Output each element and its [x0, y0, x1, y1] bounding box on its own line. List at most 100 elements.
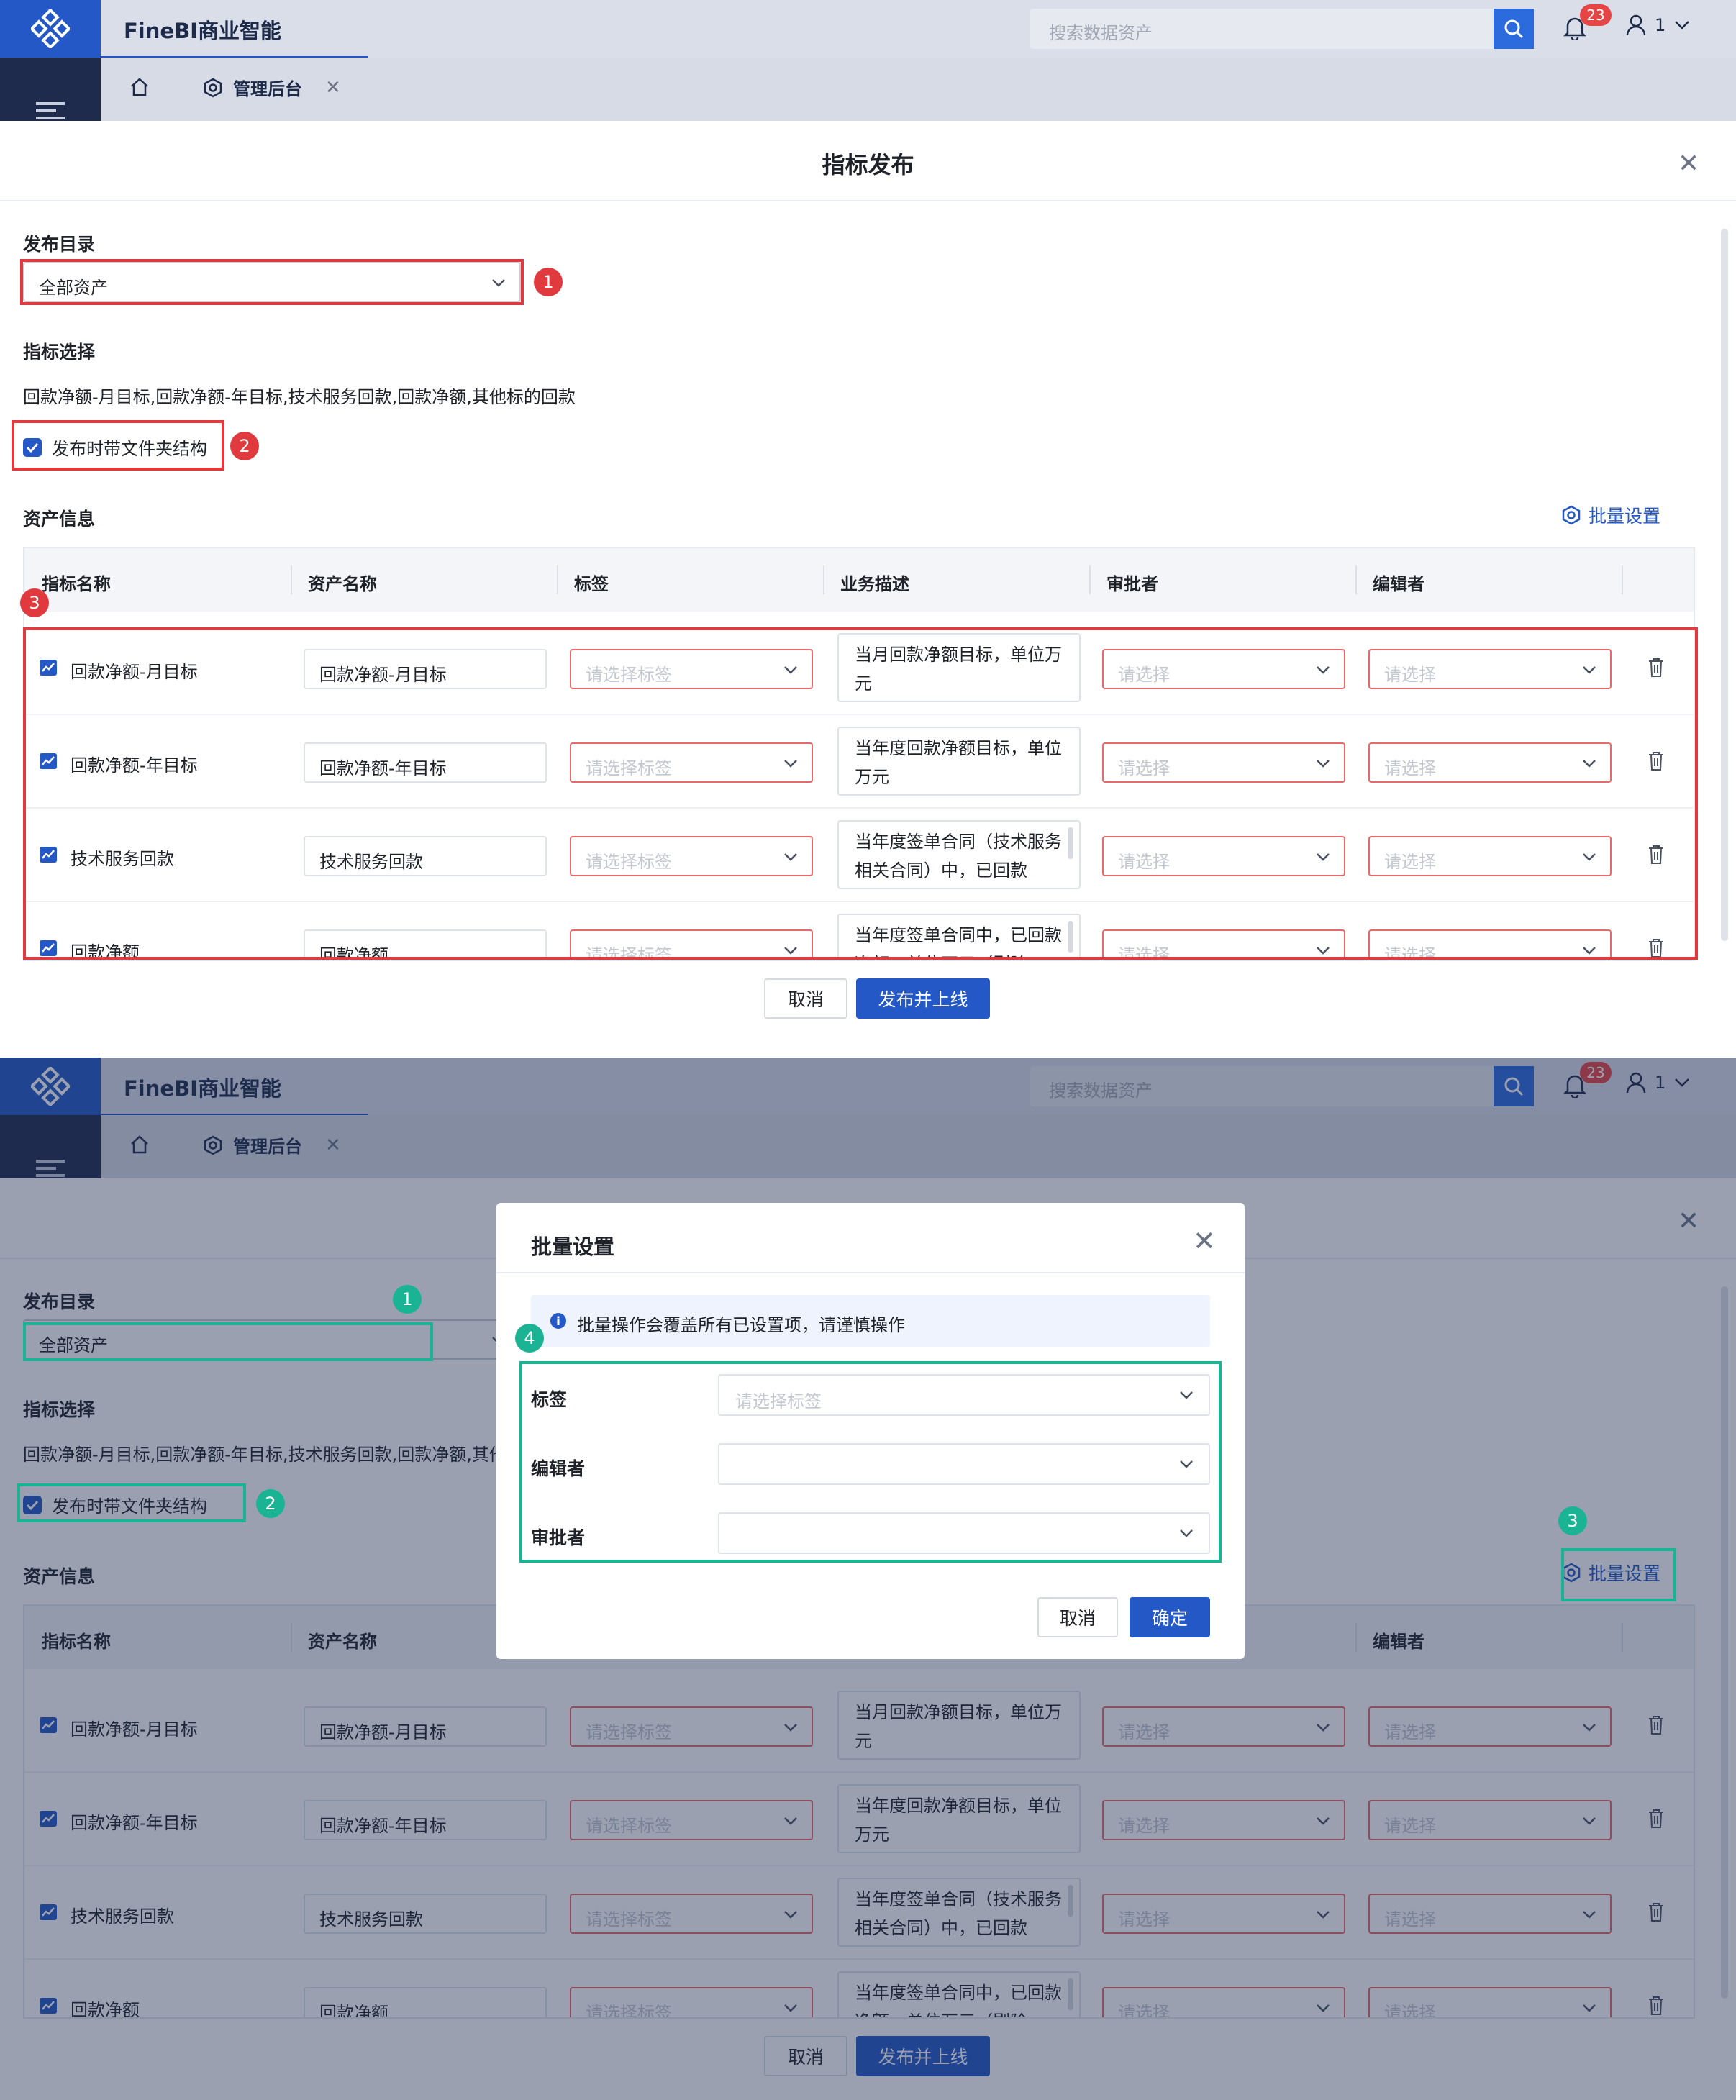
- modal-editor-select[interactable]: [718, 1443, 1210, 1485]
- description-textarea[interactable]: 当年度回款净额目标，单位万元: [837, 727, 1081, 796]
- publish-dir-label: 发布目录: [23, 234, 96, 255]
- delete-icon[interactable]: [1648, 658, 1665, 678]
- annotation-number-3: 3: [1558, 1506, 1587, 1535]
- delete-icon[interactable]: [1648, 845, 1665, 865]
- chevron-down-icon: [1583, 760, 1596, 768]
- table-header: 指标名称 资产名称 标签 业务描述 审批者 编辑者: [24, 548, 1694, 612]
- editor-placeholder: 请选择: [1384, 758, 1436, 778]
- tag-select[interactable]: 请选择标签: [570, 742, 813, 783]
- drawer-divider: [0, 200, 1736, 201]
- publish-dir-value: 全部资产: [39, 278, 108, 298]
- tag-placeholder: 请选择标签: [586, 852, 672, 872]
- chevron-down-icon: [1317, 947, 1330, 955]
- approver-placeholder: 请选择: [1118, 758, 1170, 778]
- col-divider: [1089, 565, 1091, 594]
- modal-approver-label: 审批者: [531, 1527, 586, 1548]
- tag-select[interactable]: 请选择标签: [570, 836, 813, 876]
- modal-tag-select[interactable]: 请选择标签: [718, 1374, 1210, 1416]
- modal-cancel-button[interactable]: 取消: [1037, 1597, 1118, 1637]
- menu-icon[interactable]: [36, 101, 65, 121]
- chevron-down-icon: [1180, 1529, 1193, 1537]
- close-tab-icon[interactable]: ✕: [325, 77, 341, 99]
- asset-name-input[interactable]: 回款净额-月目标: [304, 649, 547, 689]
- chevron-down-icon: [1583, 853, 1596, 861]
- editor-placeholder: 请选择: [1384, 665, 1436, 685]
- app-logo[interactable]: [0, 0, 101, 58]
- delete-icon[interactable]: [1648, 751, 1665, 771]
- modal-tag-placeholder: 请选择标签: [735, 1391, 822, 1412]
- editor-select[interactable]: 请选择: [1368, 836, 1612, 876]
- drawer-close-icon[interactable]: ✕: [1678, 151, 1699, 177]
- modal-divider: [496, 1272, 1245, 1273]
- asset-name-input[interactable]: 回款净额-年目标: [304, 742, 547, 783]
- col-asset-name: 资产名称: [308, 574, 377, 594]
- approver-select[interactable]: 请选择: [1102, 649, 1345, 689]
- search-button[interactable]: [1494, 9, 1534, 49]
- description-textarea[interactable]: 当年度签单合同中，已回款净额，单位万元（剔除: [837, 914, 1081, 960]
- chevron-down-icon: [1317, 666, 1330, 674]
- folder-structure-checkbox[interactable]: 发布时带文件夹结构: [23, 435, 207, 460]
- tag-placeholder: 请选择标签: [586, 758, 672, 778]
- col-divider: [1622, 565, 1623, 594]
- editor-select[interactable]: 请选择: [1368, 742, 1612, 783]
- modal-close-icon[interactable]: ✕: [1193, 1227, 1216, 1255]
- editor-select[interactable]: 请选择: [1368, 929, 1612, 960]
- table-row: 回款净额-月目标 回款净额-月目标 请选择标签 当月回款净额目标，单位万元 请选…: [24, 622, 1694, 715]
- cancel-button[interactable]: 取消: [764, 978, 847, 1019]
- asset-name-input[interactable]: 技术服务回款: [304, 836, 547, 876]
- gear-icon: [1562, 505, 1581, 525]
- batch-settings-link[interactable]: 批量设置: [1561, 502, 1660, 528]
- tab-admin-label: 管理后台: [233, 79, 302, 99]
- description-value: 当年度签单合同（技术服务相关合同）中，已回款: [855, 832, 1062, 881]
- description-value: 当年度回款净额目标，单位万元: [855, 738, 1062, 787]
- chevron-down-icon: [492, 279, 505, 287]
- tab-home[interactable]: [129, 78, 150, 99]
- annotation-number-2: 2: [230, 432, 259, 460]
- col-divider: [557, 565, 558, 594]
- app-brand: FineBI商业智能: [124, 19, 281, 43]
- publish-online-button[interactable]: 发布并上线: [856, 978, 990, 1019]
- approver-select[interactable]: 请选择: [1102, 929, 1345, 960]
- tab-admin[interactable]: 管理后台 ✕: [203, 75, 341, 100]
- batch-settings-modal: 批量设置 ✕ 批量操作会覆盖所有已设置项，请谨慎操作 标签 请选择标签 编辑者 …: [496, 1203, 1245, 1659]
- chevron-down-icon: [784, 760, 797, 768]
- approver-select[interactable]: 请选择: [1102, 836, 1345, 876]
- approver-select[interactable]: 请选择: [1102, 742, 1345, 783]
- chevron-down-icon: [784, 947, 797, 955]
- tag-select[interactable]: 请选择标签: [570, 649, 813, 689]
- textarea-scrollbar[interactable]: [1068, 827, 1073, 859]
- chevron-down-icon: [1317, 853, 1330, 861]
- description-textarea[interactable]: 当月回款净额目标，单位万元: [837, 633, 1081, 702]
- editor-select[interactable]: 请选择: [1368, 649, 1612, 689]
- drawer-title: 指标发布: [822, 151, 914, 178]
- asset-info-label: 资产信息: [23, 509, 96, 529]
- textarea-scrollbar[interactable]: [1068, 921, 1073, 953]
- indicator-chart-icon: [40, 940, 57, 956]
- modal-confirm-button[interactable]: 确定: [1130, 1597, 1210, 1637]
- user-menu[interactable]: 1: [1626, 14, 1690, 36]
- modal-approver-select[interactable]: [718, 1512, 1210, 1554]
- table-row: 回款净额 回款净额 请选择标签 当年度签单合同中，已回款净额，单位万元（剔除 请…: [24, 902, 1694, 961]
- drawer-scrollbar[interactable]: [1721, 229, 1728, 941]
- chevron-down-icon: [784, 853, 797, 861]
- search-icon: [1504, 19, 1524, 39]
- description-value: 当月回款净额目标，单位万元: [855, 645, 1062, 694]
- info-icon: [550, 1313, 566, 1329]
- col-indicator-name: 指标名称: [42, 574, 111, 594]
- indicator-chart-icon: [40, 753, 57, 769]
- publish-dir-select[interactable]: 全部资产: [23, 262, 521, 302]
- panel-publish-drawer: FineBI商业智能 搜索数据资产 23 1 管理后台 ✕ 指标发布 ✕ 发布目…: [0, 0, 1736, 1042]
- indicator-list: 回款净额-月目标,回款净额-年目标,技术服务回款,回款净额,其他标的回款: [23, 387, 576, 407]
- delete-icon[interactable]: [1648, 938, 1665, 958]
- chevron-down-icon: [1583, 947, 1596, 955]
- asset-name-input[interactable]: 回款净额: [304, 929, 547, 960]
- tag-placeholder: 请选择标签: [586, 945, 672, 961]
- indicator-chart-icon: [40, 847, 57, 863]
- description-textarea[interactable]: 当年度签单合同（技术服务相关合同）中，已回款: [837, 820, 1081, 889]
- search-input[interactable]: 搜索数据资产: [1030, 9, 1496, 49]
- chevron-down-icon: [1583, 666, 1596, 674]
- col-divider: [1355, 565, 1357, 594]
- asset-name-value: 回款净额-月目标: [319, 665, 447, 685]
- tag-select[interactable]: 请选择标签: [570, 929, 813, 961]
- annotation-number-1: 1: [534, 268, 563, 296]
